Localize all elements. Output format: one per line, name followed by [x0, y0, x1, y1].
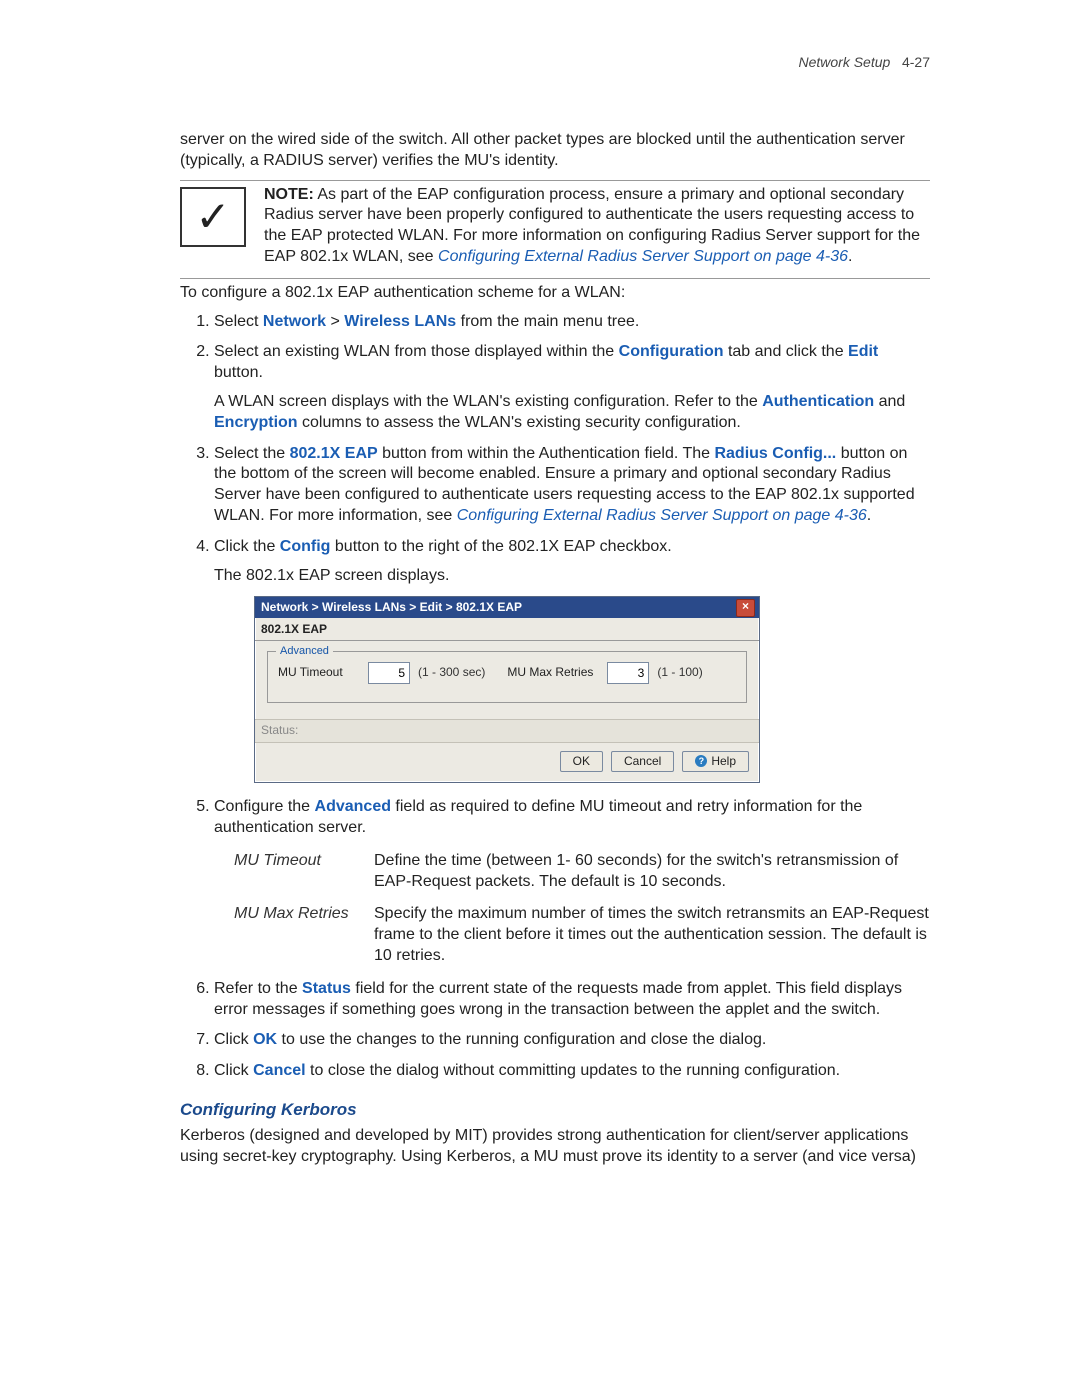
note-divider	[180, 180, 930, 181]
step-2-sub: A WLAN screen displays with the WLAN's e…	[214, 392, 930, 434]
step-7: Click OK to use the changes to the runni…	[214, 1030, 930, 1051]
help-button[interactable]: ?Help	[682, 751, 749, 773]
eap-dialog-screenshot: Network > Wireless LANs > Edit > 802.1X …	[254, 596, 930, 783]
ok-button[interactable]: OK	[560, 751, 603, 773]
step-2: Select an existing WLAN from those displ…	[214, 342, 930, 433]
def-term-timeout: MU Timeout	[234, 851, 374, 893]
status-row: Status:	[255, 719, 759, 743]
step-8: Click Cancel to close the dialog without…	[214, 1061, 930, 1082]
note-block: ✓ NOTE: As part of the EAP configuration…	[180, 183, 930, 272]
dialog-section-title: 802.1X EAP	[255, 618, 759, 640]
timeout-range: (1 - 300 sec)	[418, 665, 485, 681]
cancel-button[interactable]: Cancel	[611, 751, 674, 773]
step-4-sub: The 802.1x EAP screen displays.	[214, 566, 930, 587]
header-page-number: 4-27	[902, 54, 930, 70]
def-term-retries: MU Max Retries	[234, 904, 374, 966]
advanced-fieldset: Advanced MU Timeout (1 - 300 sec) MU Max…	[267, 651, 747, 703]
close-icon[interactable]: ×	[736, 599, 755, 617]
eap-dialog: Network > Wireless LANs > Edit > 802.1X …	[254, 596, 760, 783]
mu-retries-input[interactable]	[607, 662, 649, 684]
lead-in: To configure a 802.1x EAP authentication…	[180, 283, 930, 304]
retries-range: (1 - 100)	[657, 665, 702, 681]
intro-paragraph: server on the wired side of the switch. …	[180, 130, 930, 172]
step-3-link[interactable]: Configuring External Radius Server Suppo…	[457, 507, 867, 524]
dialog-breadcrumb: Network > Wireless LANs > Edit > 802.1X …	[261, 597, 522, 618]
kerberos-paragraph: Kerberos (designed and developed by MIT)…	[180, 1126, 930, 1168]
note-label: NOTE:	[264, 186, 314, 203]
step-6: Refer to the Status field for the curren…	[214, 979, 930, 1021]
page-header: Network Setup 4-27	[180, 54, 930, 70]
mu-timeout-label: MU Timeout	[278, 665, 368, 681]
fieldset-legend: Advanced	[276, 644, 333, 658]
step-5: Configure the Advanced field as required…	[214, 797, 930, 967]
checkmark-icon: ✓	[180, 187, 246, 247]
dialog-titlebar: Network > Wireless LANs > Edit > 802.1X …	[255, 597, 759, 618]
note-divider	[180, 278, 930, 279]
def-desc-timeout: Define the time (between 1- 60 seconds) …	[374, 851, 930, 893]
mu-timeout-input[interactable]	[368, 662, 410, 684]
mu-retries-label: MU Max Retries	[507, 665, 607, 681]
help-icon: ?	[695, 755, 707, 767]
def-desc-retries: Specify the maximum number of times the …	[374, 904, 930, 966]
kerberos-heading: Configuring Kerboros	[180, 1100, 930, 1120]
note-text: NOTE: As part of the EAP configuration p…	[264, 185, 930, 268]
steps-list: Select Network > Wireless LANs from the …	[180, 312, 930, 1082]
step-3: Select the 802.1X EAP button from within…	[214, 444, 930, 527]
step-4: Click the Config button to the right of …	[214, 537, 930, 783]
header-section: Network Setup	[798, 54, 890, 70]
definitions: MU Timeout Define the time (between 1- 6…	[234, 851, 930, 967]
step-1: Select Network > Wireless LANs from the …	[214, 312, 930, 333]
dialog-buttons: OK Cancel ?Help	[255, 743, 759, 783]
note-link[interactable]: Configuring External Radius Server Suppo…	[438, 248, 848, 265]
